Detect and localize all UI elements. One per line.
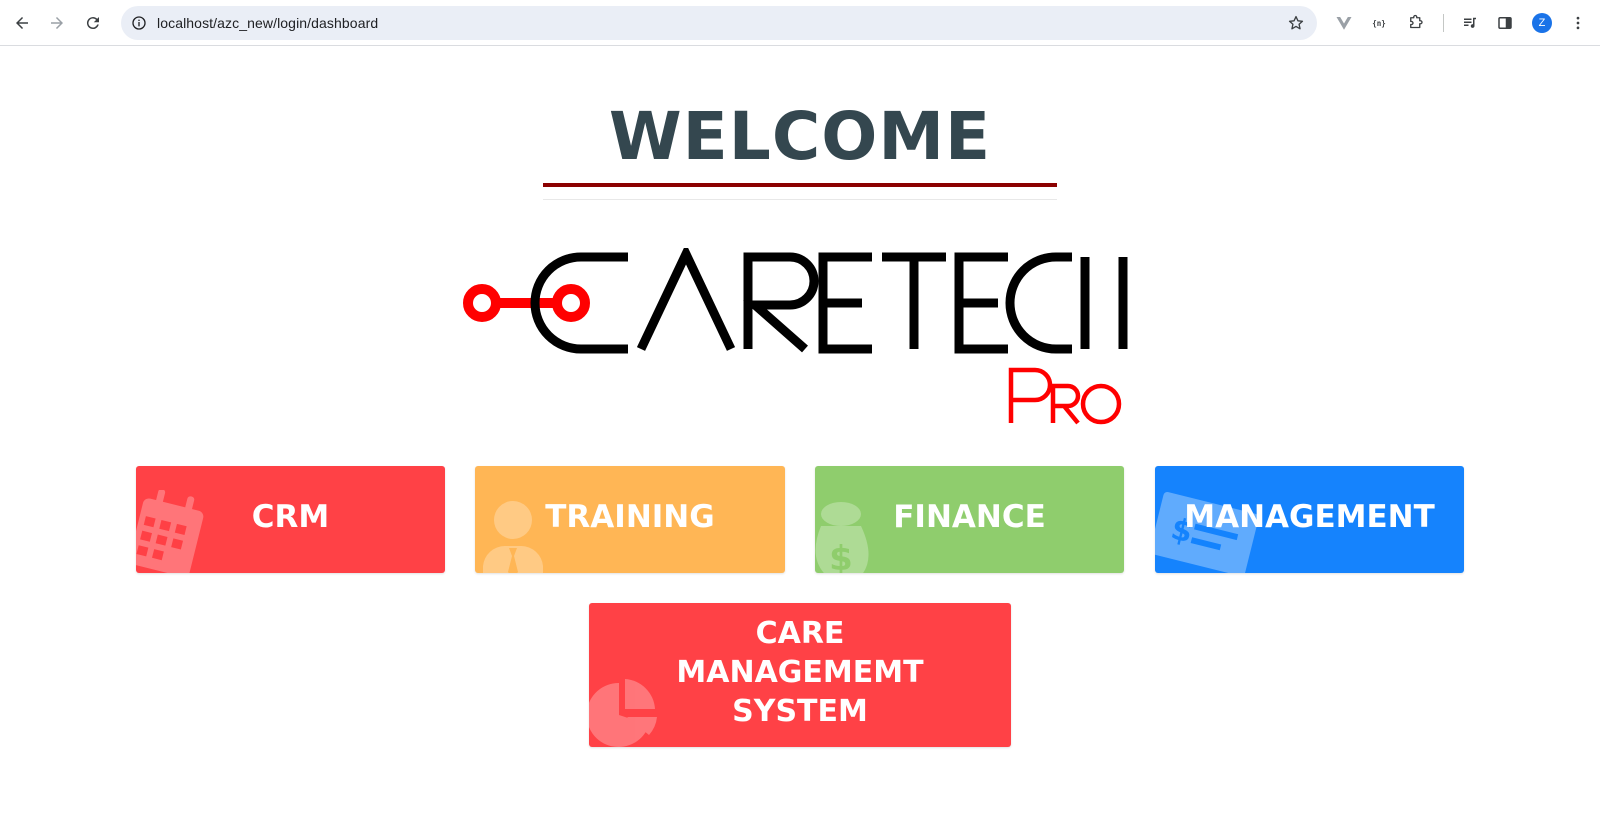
svg-text:{n}: {n}: [1372, 19, 1386, 28]
care-management-tile[interactable]: CARE MANAGEMEMT SYSTEM: [589, 603, 1011, 747]
reload-icon[interactable]: [78, 8, 108, 38]
address-bar[interactable]: localhost/azc_new/login/dashboard: [121, 6, 1317, 40]
toolbar-separator: [1443, 14, 1444, 32]
welcome-heading: WELCOME: [608, 98, 992, 175]
finance-tile-label: FINANCE: [893, 499, 1046, 535]
forward-arrow-icon[interactable]: [42, 8, 72, 38]
side-panel-icon[interactable]: [1490, 8, 1520, 38]
heading-underline: [543, 183, 1057, 187]
star-icon[interactable]: [1285, 12, 1307, 34]
vue-extension-icon[interactable]: [1329, 8, 1359, 38]
crm-tile[interactable]: CRM: [136, 466, 445, 573]
management-tile-label: MANAGEMENT: [1184, 499, 1435, 535]
json-extension-icon[interactable]: {n}: [1364, 8, 1394, 38]
heading-divider: [543, 199, 1057, 200]
management-tile[interactable]: $ MANAGEMENT: [1155, 466, 1464, 573]
puzzle-icon[interactable]: [1401, 8, 1431, 38]
browser-toolbar: localhost/azc_new/login/dashboard {n} Z: [0, 0, 1600, 46]
kebab-menu-icon[interactable]: [1563, 8, 1593, 38]
back-arrow-icon[interactable]: [7, 8, 37, 38]
finance-tile[interactable]: $ FINANCE: [815, 466, 1124, 573]
training-tile[interactable]: TRAINING: [475, 466, 785, 573]
url-text[interactable]: localhost/azc_new/login/dashboard: [157, 15, 378, 31]
crm-tile-label: CRM: [251, 499, 330, 535]
training-tile-label: TRAINING: [545, 499, 715, 535]
media-control-icon[interactable]: [1455, 8, 1485, 38]
profile-avatar[interactable]: Z: [1532, 13, 1552, 33]
caretech-pro-logo: [460, 248, 1150, 438]
info-icon[interactable]: [127, 11, 151, 35]
care-management-tile-label: CARE MANAGEMEMT SYSTEM: [676, 615, 924, 729]
